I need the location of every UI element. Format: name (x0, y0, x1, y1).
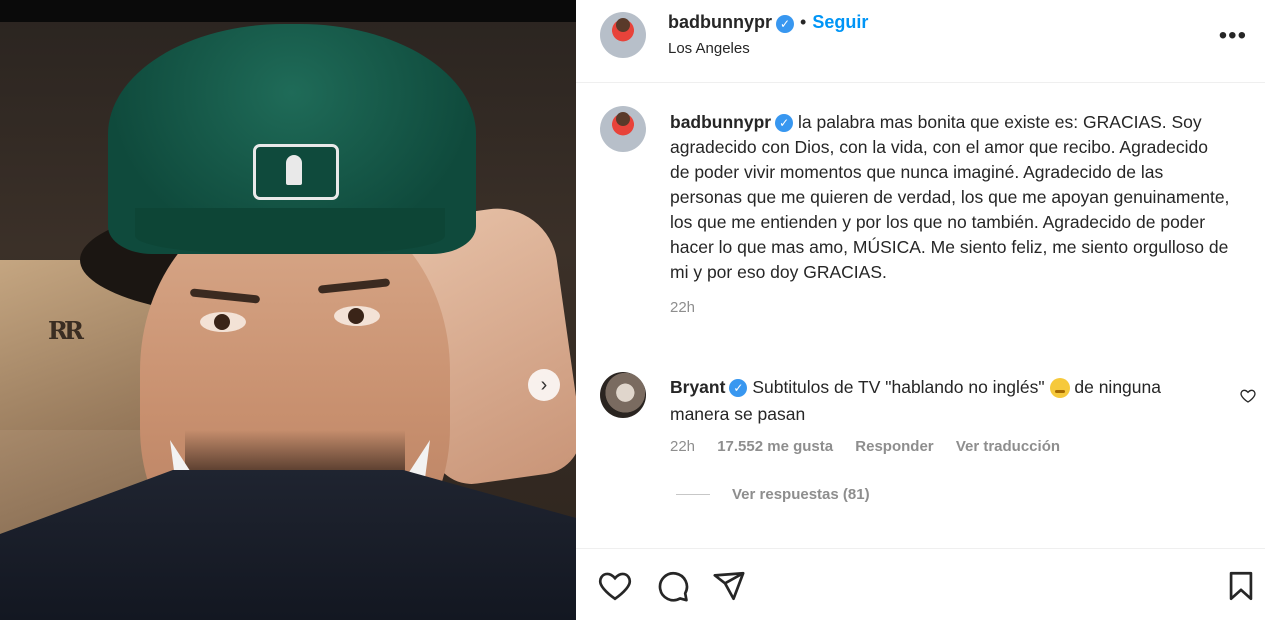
heart-icon (598, 572, 632, 601)
comment-button[interactable] (656, 569, 690, 603)
mlb-logo (253, 144, 339, 200)
replies-divider (676, 494, 710, 495)
grimace-emoji-icon (1049, 378, 1070, 399)
verified-icon: ✓ (776, 14, 794, 33)
more-options-icon[interactable]: ••• (1219, 22, 1247, 50)
comment-likes-count[interactable]: 17.552 me gusta (717, 438, 833, 455)
caption-text-block: badbunnypr ✓ la palabra mas bonita que ex… (670, 110, 1230, 320)
view-replies-button[interactable]: Ver respuestas (81) (676, 486, 870, 503)
location-link[interactable]: Los Angeles (668, 40, 750, 57)
comment-username[interactable]: Bryant (670, 377, 725, 397)
avatar[interactable] (600, 12, 646, 58)
view-replies-label: Ver respuestas (81) (732, 486, 870, 503)
like-button[interactable] (598, 569, 632, 603)
comment-like-icon[interactable] (1240, 388, 1256, 409)
verified-icon: ✓ (775, 114, 794, 133)
verified-icon: ✓ (729, 379, 748, 398)
header-title-row: badbunnypr ✓ • Seguir (668, 12, 868, 33)
translate-button[interactable]: Ver traducción (956, 438, 1060, 455)
post-actions-bar (576, 548, 1265, 621)
post-header: badbunnypr ✓ • Seguir Los Angeles ••• (576, 0, 1265, 83)
follow-button[interactable]: Seguir (812, 12, 868, 32)
comment-text-block: Bryant ✓ Subtitulos de TV "hablando no in… (670, 374, 1180, 428)
photo-top-bar (0, 0, 576, 22)
cap-brim (135, 208, 445, 254)
post-photo[interactable]: RR › (0, 0, 576, 620)
caption-text: la palabra mas bonita que existe es: GRA… (670, 112, 1230, 282)
bookmark-icon (1229, 571, 1253, 601)
comment-text-part1: Subtitulos de TV "hablando no inglés" (752, 377, 1045, 397)
caption-avatar[interactable] (600, 106, 646, 152)
caption-timestamp[interactable]: 22h (670, 295, 1230, 320)
comment-meta: 22h 17.552 me gusta Responder Ver traduc… (670, 438, 1078, 455)
caption-username[interactable]: badbunnypr (670, 112, 771, 132)
right-eye (334, 306, 380, 326)
comment-icon (658, 572, 689, 602)
rolls-royce-logo: RR (48, 316, 84, 345)
next-photo-button[interactable]: › (528, 369, 560, 401)
chevron-right-icon: › (540, 373, 548, 396)
separator-dot: • (800, 12, 807, 32)
comment-timestamp[interactable]: 22h (670, 438, 695, 455)
instagram-post: RR › badbunnypr ✓ • Seguir Los Angeles ••• (0, 0, 1265, 621)
reply-button[interactable]: Responder (855, 438, 933, 455)
left-eye (200, 312, 246, 332)
author-username[interactable]: badbunnypr (668, 12, 772, 32)
comment-avatar[interactable] (600, 372, 646, 418)
post-details-panel: badbunnypr ✓ • Seguir Los Angeles ••• badbu… (576, 0, 1265, 621)
share-button[interactable] (712, 569, 746, 603)
send-icon (713, 571, 745, 601)
save-button[interactable] (1224, 569, 1258, 603)
